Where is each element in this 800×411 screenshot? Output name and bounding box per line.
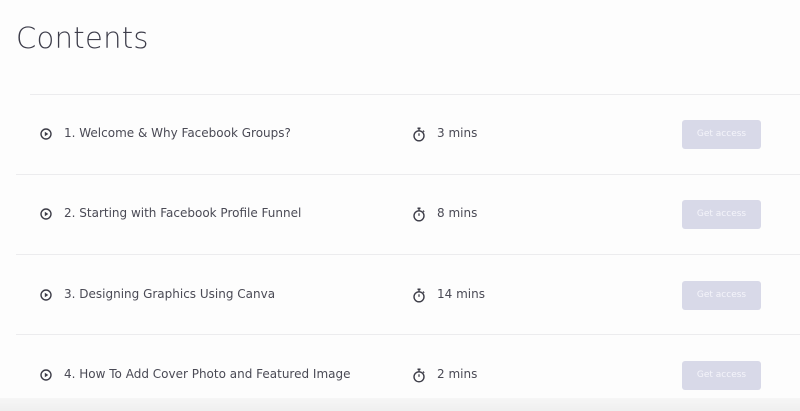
page-title: Contents (16, 21, 149, 55)
lesson-title[interactable]: 3. Designing Graphics Using Canva (64, 286, 275, 302)
play-circle-icon (40, 289, 52, 301)
stopwatch-icon (413, 368, 425, 383)
lesson-row[interactable]: 2. Starting with Facebook Profile Funnel… (16, 174, 800, 254)
stopwatch-icon (413, 207, 425, 222)
lesson-title[interactable]: 4. How To Add Cover Photo and Featured I… (64, 366, 351, 382)
lesson-title[interactable]: 1. Welcome & Why Facebook Groups? (64, 125, 291, 141)
get-access-button[interactable]: Get access (682, 200, 761, 229)
lesson-row[interactable]: 3. Designing Graphics Using Canva 14 min… (16, 255, 800, 335)
stopwatch-icon (413, 127, 425, 142)
lesson-duration: 3 mins (437, 126, 478, 140)
play-circle-icon (40, 369, 52, 381)
contents-page: Contents 1. Welcome & Why Facebook Group… (0, 0, 800, 411)
lesson-row[interactable]: 1. Welcome & Why Facebook Groups? 3 mins… (16, 94, 800, 174)
stopwatch-icon (413, 288, 425, 303)
play-circle-icon (40, 208, 52, 220)
lesson-title[interactable]: 2. Starting with Facebook Profile Funnel (64, 205, 301, 221)
lesson-duration: 8 mins (437, 206, 478, 220)
lesson-duration: 2 mins (437, 367, 478, 381)
get-access-button[interactable]: Get access (682, 361, 761, 390)
get-access-button[interactable]: Get access (682, 281, 761, 310)
bottom-fade (0, 398, 800, 411)
lesson-duration: 14 mins (437, 287, 485, 301)
get-access-button[interactable]: Get access (682, 120, 761, 149)
play-circle-icon (40, 128, 52, 140)
